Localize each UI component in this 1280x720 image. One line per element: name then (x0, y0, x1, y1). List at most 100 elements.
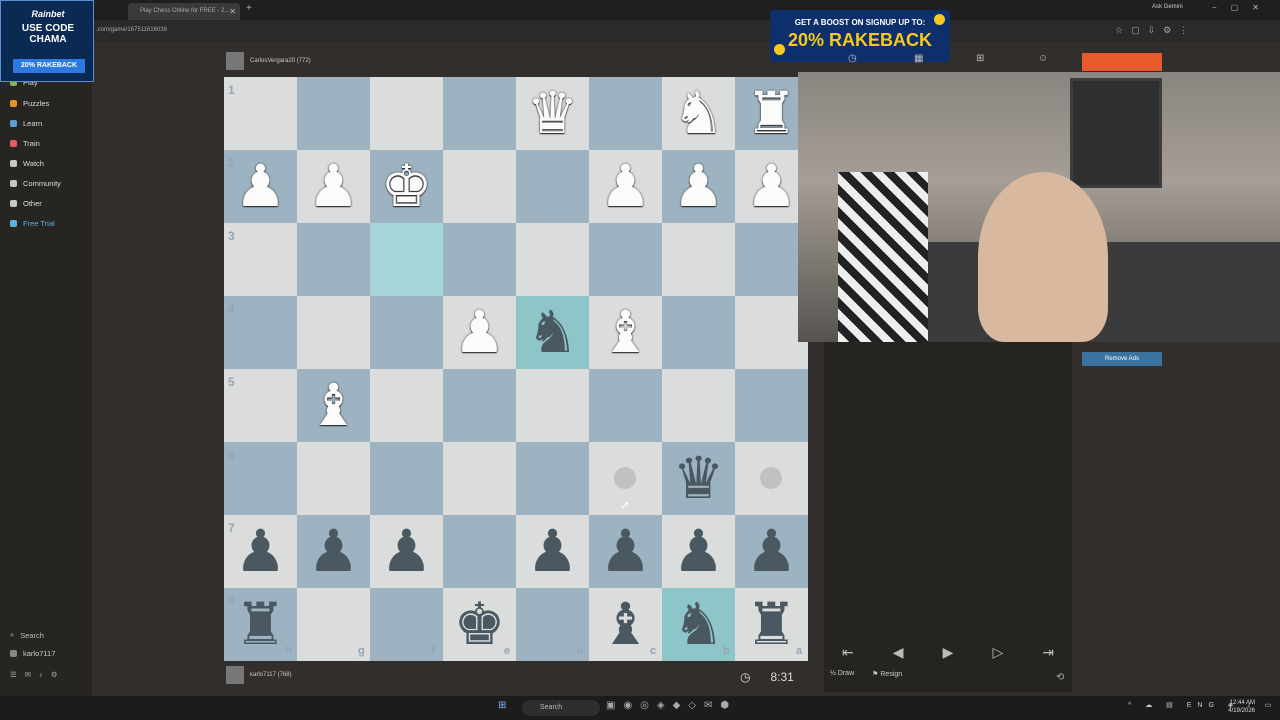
board-square[interactable] (370, 296, 443, 369)
draw-button[interactable]: ½ Draw (830, 670, 854, 684)
board-square[interactable] (735, 369, 808, 442)
first-move-icon[interactable]: ⇤ (842, 644, 854, 661)
board-square[interactable] (370, 77, 443, 150)
train-icon (10, 140, 17, 147)
panel-tab-icons[interactable]: ◷ ▦ ⊞ ☺ (808, 53, 1108, 71)
black-pawn-icon[interactable]: ♟ (516, 515, 589, 588)
white-queen-icon[interactable]: ♛ (516, 77, 589, 150)
file-label: a (796, 645, 803, 657)
board-square[interactable] (662, 223, 735, 296)
board-square[interactable] (589, 223, 662, 296)
window-controls[interactable]: −▢✕ (1212, 3, 1273, 12)
opponent-info: CarlosVergara20 (772) (226, 50, 311, 72)
board-square[interactable] (297, 223, 370, 296)
tab-active[interactable]: Play Chess Online for FREE - 2... ✕ (128, 3, 240, 20)
board-square[interactable] (297, 296, 370, 369)
white-pawn-icon[interactable]: ♟ (662, 150, 735, 223)
clock-tray[interactable]: 12:44 AM 4/19/2026 (1215, 699, 1255, 715)
ask-gemini-button[interactable]: Ask Gemini (1152, 4, 1183, 10)
avatar[interactable] (226, 52, 244, 70)
board-square[interactable] (662, 369, 735, 442)
white-pawn-icon[interactable]: ♟ (589, 150, 662, 223)
flip-board-icon[interactable]: ⟲ (1056, 672, 1064, 683)
board-square[interactable] (443, 369, 516, 442)
white-pawn-icon[interactable]: ♟ (443, 296, 516, 369)
play-icon[interactable]: ▶ (943, 644, 954, 661)
black-knight-icon[interactable]: ♞ (516, 296, 589, 369)
board-square[interactable] (443, 77, 516, 150)
sidebar-item-community[interactable]: Community (10, 179, 61, 188)
sidebar-item-other[interactable]: Other (10, 199, 42, 208)
black-pawn-icon[interactable]: ♟ (589, 515, 662, 588)
sidebar-user[interactable]: karlo7117 (10, 649, 55, 658)
taskbar: ⊞ Search ▣◉◎◈◆◇✉⬢ ^ ☁ ▤ ENG ◈ ♪ ▭ 12:44 … (0, 696, 1280, 720)
move-hint[interactable] (760, 467, 782, 489)
board-square[interactable] (443, 442, 516, 515)
white-pawn-icon[interactable]: ♟ (297, 150, 370, 223)
sidebar-search[interactable]: ⌕ Search (10, 630, 44, 640)
black-pawn-icon[interactable]: ♟ (297, 515, 370, 588)
prev-move-icon[interactable]: ◀ (893, 644, 904, 661)
ad-boost-badge: 20% RAKEBACK (13, 59, 85, 73)
next-move-icon[interactable]: ▷ (992, 644, 1003, 661)
rank-label: 7 (228, 521, 235, 535)
board-square[interactable] (662, 296, 735, 369)
board-square[interactable] (297, 442, 370, 515)
sidebar-item-learn[interactable]: Learn (10, 119, 42, 128)
close-icon[interactable]: ✕ (229, 3, 236, 20)
board-square[interactable] (297, 77, 370, 150)
tab-icon[interactable]: ☺ (1038, 53, 1048, 64)
search-icon: ⌕ (10, 630, 15, 639)
board-square[interactable] (443, 150, 516, 223)
board-square[interactable] (443, 223, 516, 296)
black-pawn-icon[interactable]: ♟ (662, 515, 735, 588)
board-square[interactable] (370, 223, 443, 296)
taskbar-apps[interactable]: ▣◉◎◈◆◇✉⬢ (606, 700, 737, 711)
move-hint[interactable] (614, 467, 636, 489)
tab-icon[interactable]: ▦ (914, 53, 923, 64)
diamond-icon (10, 220, 17, 227)
board-square[interactable] (516, 150, 589, 223)
tab-icon[interactable]: ⊞ (976, 53, 984, 64)
board-square[interactable] (370, 442, 443, 515)
sidebar-item-train[interactable]: Train (10, 139, 40, 148)
url-field[interactable]: .com/game/167511616038 (96, 27, 167, 33)
white-knight-icon[interactable]: ♞ (662, 77, 735, 150)
avatar[interactable] (226, 666, 244, 684)
player-name[interactable]: karlo7117 (768) (250, 672, 292, 678)
sidebar-item-watch[interactable]: Watch (10, 159, 44, 168)
highlight-tab[interactable] (1082, 53, 1162, 71)
file-label: c (650, 645, 657, 657)
sidebar: Play Puzzles Learn Train Watch Community… (0, 42, 92, 696)
board-square[interactable] (516, 442, 589, 515)
white-bishop-icon[interactable]: ♝ (297, 369, 370, 442)
white-king-icon[interactable]: ♚ (370, 150, 443, 223)
sidebar-bottom-icons[interactable]: ☰✉♪⚙ (10, 670, 65, 679)
sidebar-item-free-trial[interactable]: Free Trial (10, 219, 55, 228)
rank-label: 4 (228, 302, 235, 316)
board-square[interactable] (589, 369, 662, 442)
resign-button[interactable]: ⚑ Resign (872, 670, 902, 684)
board-square[interactable] (443, 515, 516, 588)
opponent-name[interactable]: CarlosVergara20 (772) (250, 58, 311, 64)
black-pawn-icon[interactable]: ♟ (370, 515, 443, 588)
chess-board[interactable]: ♛ ♞ ♜ ♟ ♟ ♚ ♟ ♟ ♟ ♟ ♞ ♝ ♝ ♛ ♟ ♟ ♟ ♟ ♟ ♟ ♟ ♜ ♚ ♝ ♞ ♜ 1 2 3 4 5 6 7 8 h g f e d c… (224, 77, 808, 661)
board-square[interactable] (370, 369, 443, 442)
board-square[interactable] (516, 223, 589, 296)
taskbar-search[interactable]: Search (522, 700, 600, 716)
webcam-overlay (798, 72, 1280, 342)
new-tab-icon[interactable]: + (246, 3, 252, 14)
last-move-icon[interactable]: ⇥ (1042, 644, 1054, 661)
board-square[interactable] (589, 77, 662, 150)
start-icon[interactable]: ⊞ (498, 700, 506, 711)
black-queen-icon[interactable]: ♛ (662, 442, 735, 515)
white-bishop-icon[interactable]: ♝ (589, 296, 662, 369)
remove-ads-button[interactable]: Remove Ads (1082, 352, 1162, 366)
board-square[interactable] (516, 369, 589, 442)
puzzle-icon (10, 100, 17, 107)
ad-banner-corner[interactable]: Rainbet USE CODE CHAMA 20% RAKEBACK (0, 0, 94, 82)
tab-icon[interactable]: ◷ (848, 53, 857, 64)
sidebar-item-puzzles[interactable]: Puzzles (10, 99, 49, 108)
browser-toolbar-icons[interactable]: ☆▢⇩⚙⋮ (1115, 25, 1196, 36)
black-pawn-icon[interactable]: ♟ (735, 515, 808, 588)
